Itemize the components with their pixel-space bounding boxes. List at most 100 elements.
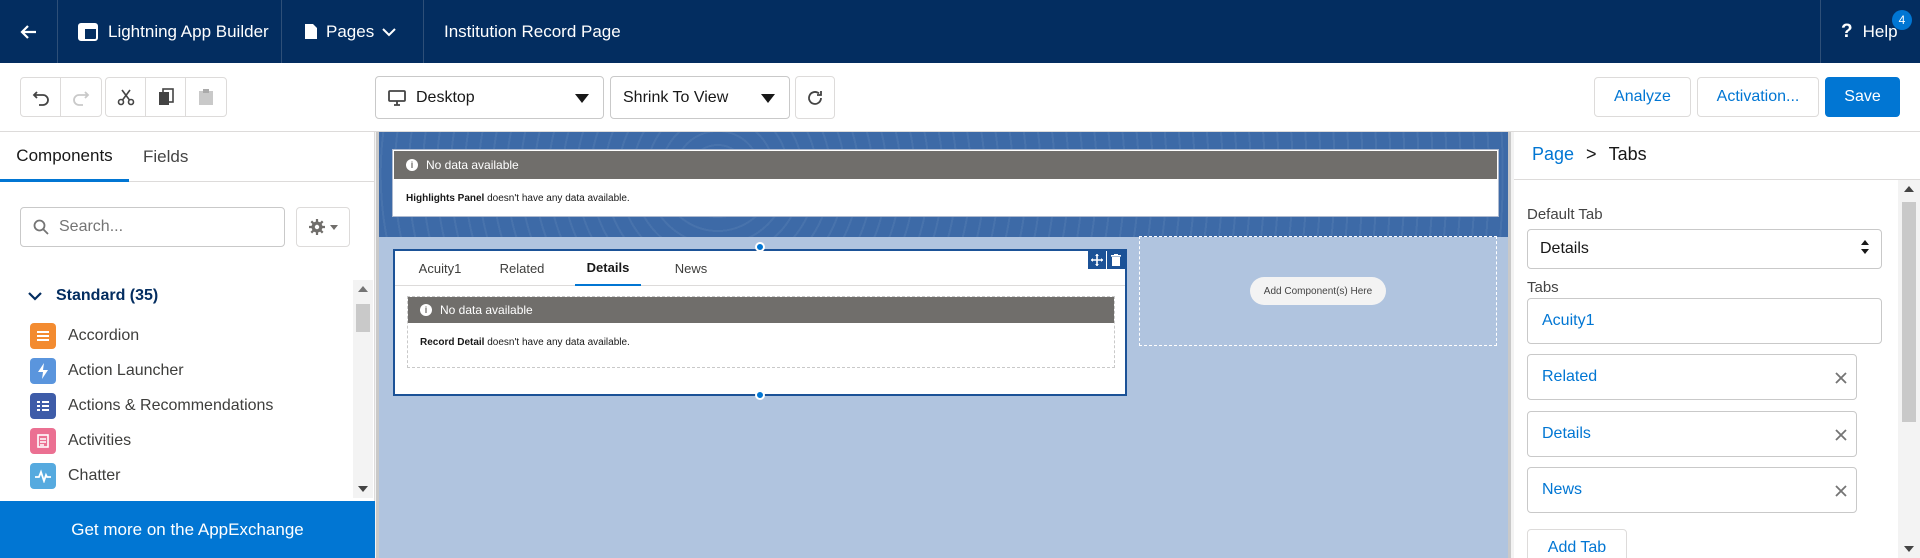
- component-item-accordion[interactable]: Accordion: [30, 318, 350, 353]
- scroll-thumb[interactable]: [356, 304, 370, 332]
- add-component-button[interactable]: Add Component(s) Here: [1250, 277, 1386, 305]
- component-actions: [1087, 251, 1125, 271]
- close-icon[interactable]: [1832, 426, 1850, 444]
- component-label: Accordion: [68, 326, 140, 344]
- search-input[interactable]: Search...: [20, 207, 285, 247]
- resize-handle-top[interactable]: [755, 242, 765, 252]
- add-tab-button[interactable]: Add Tab: [1527, 529, 1627, 558]
- cut-button[interactable]: [106, 78, 146, 116]
- tab-news[interactable]: News: [671, 251, 711, 286]
- default-tab-select[interactable]: Details: [1527, 229, 1882, 269]
- component-item-actions-recommendations[interactable]: Actions & Recommendations: [30, 388, 350, 423]
- app-builder-title: Lightning App Builder: [58, 0, 282, 63]
- resize-handle-bottom[interactable]: [755, 390, 765, 400]
- default-tab-value: Details: [1540, 240, 1589, 257]
- component-item-chatter[interactable]: Chatter: [30, 458, 350, 493]
- pages-menu[interactable]: Pages: [282, 0, 424, 63]
- drop-zone[interactable]: Add Component(s) Here: [1139, 236, 1497, 346]
- settings-menu-button[interactable]: [296, 207, 350, 247]
- help-question-icon: ?: [1841, 20, 1853, 42]
- device-select[interactable]: Desktop: [375, 76, 604, 119]
- refresh-button[interactable]: [795, 76, 835, 119]
- chevron-down-icon: [382, 27, 396, 36]
- info-icon: i: [406, 159, 418, 171]
- view-select[interactable]: Shrink To View: [610, 76, 790, 119]
- select-arrows-icon: [1861, 240, 1869, 254]
- tab-entry-related[interactable]: Related: [1527, 354, 1857, 400]
- search-icon: [33, 219, 49, 235]
- activation-button[interactable]: Activation...: [1697, 77, 1819, 117]
- analyze-button[interactable]: Analyze: [1594, 77, 1691, 117]
- page-icon: [305, 24, 317, 39]
- page-canvas: i No data available Highlights Panel doe…: [376, 132, 1511, 558]
- tab-acuity1[interactable]: Acuity1: [415, 251, 465, 286]
- scroll-up-icon: [358, 286, 368, 292]
- scroll-thumb[interactable]: [1902, 202, 1916, 422]
- highlights-panel-component[interactable]: i No data available Highlights Panel doe…: [393, 150, 1498, 216]
- undo-button[interactable]: [21, 78, 61, 116]
- nodata-title: No data available: [440, 303, 533, 317]
- breadcrumb-page-link[interactable]: Page: [1532, 144, 1574, 165]
- delete-icon[interactable]: [1107, 251, 1125, 269]
- tab-details[interactable]: Details: [575, 251, 641, 286]
- nodata-message: Record Detail doesn't have any data avai…: [420, 337, 630, 348]
- component-label: Actions & Recommendations: [68, 396, 274, 414]
- caret-down-icon: [761, 94, 775, 103]
- actions-list-icon: [30, 392, 56, 419]
- copy-button[interactable]: [146, 78, 186, 116]
- tab-related[interactable]: Related: [497, 251, 547, 286]
- scroll-down-icon: [1904, 546, 1914, 552]
- view-select-value: Shrink To View: [623, 88, 729, 106]
- tab-entry-label: News: [1542, 481, 1583, 498]
- app-builder-icon: [78, 22, 98, 41]
- component-list-scrollbar[interactable]: [353, 280, 373, 498]
- component-item-activities[interactable]: Activities: [30, 423, 350, 458]
- chevron-down-icon: [28, 292, 42, 301]
- info-icon: i: [420, 304, 432, 316]
- move-icon[interactable]: [1088, 251, 1106, 269]
- tabs-component[interactable]: Acuity1 Related Details News i No data a…: [393, 249, 1127, 396]
- record-detail-component[interactable]: i No data available Record Detail doesn'…: [407, 296, 1115, 368]
- redo-button[interactable]: [61, 78, 101, 116]
- close-icon[interactable]: [1832, 482, 1850, 500]
- back-button[interactable]: [0, 0, 58, 63]
- app-header: Lightning App Builder Pages Institution …: [0, 0, 1920, 63]
- undo-icon: [32, 91, 49, 106]
- lightning-bolt-icon: [30, 357, 56, 384]
- breadcrumb-separator: >: [1586, 144, 1597, 164]
- breadcrumb-current: Tabs: [1608, 144, 1647, 164]
- appexchange-link[interactable]: Get more on the AppExchange: [0, 501, 375, 558]
- paste-button[interactable]: [186, 78, 226, 116]
- tab-fields[interactable]: Fields: [143, 132, 188, 182]
- help-button[interactable]: ? Help 4: [1820, 0, 1920, 63]
- component-label: Activities: [68, 431, 132, 449]
- desktop-icon: [388, 89, 406, 106]
- scissors-icon: [117, 89, 134, 106]
- caret-down-icon: [330, 224, 338, 230]
- tab-entry-acuity1[interactable]: Acuity1: [1527, 298, 1882, 344]
- pages-label: Pages: [326, 21, 375, 41]
- tab-entry-label: Acuity1: [1542, 312, 1595, 329]
- properties-scrollbar[interactable]: [1898, 180, 1920, 558]
- nodata-bar: i No data available: [408, 297, 1114, 323]
- default-tab-label: Default Tab: [1527, 206, 1603, 223]
- tab-entry-news[interactable]: News: [1527, 467, 1857, 513]
- device-select-value: Desktop: [416, 88, 475, 106]
- clipboard-group: [105, 77, 227, 117]
- close-icon[interactable]: [1832, 369, 1850, 387]
- component-label: Chatter: [68, 466, 121, 484]
- component-item-action-launcher[interactable]: Action Launcher: [30, 353, 350, 388]
- save-button[interactable]: Save: [1825, 77, 1900, 117]
- gear-icon: [309, 219, 325, 235]
- standard-section-toggle[interactable]: Standard (35): [28, 287, 158, 305]
- components-panel: Components Fields Search... Standard (35…: [0, 132, 375, 558]
- tab-components[interactable]: Components: [0, 132, 129, 182]
- help-badge: 4: [1892, 10, 1912, 30]
- tab-entry-details[interactable]: Details: [1527, 411, 1857, 457]
- panel-tabs: Components Fields: [0, 132, 375, 182]
- record-page-title: Institution Record Page: [444, 21, 621, 41]
- copy-icon: [158, 88, 174, 105]
- nodata-text: doesn't have any data available.: [484, 337, 630, 348]
- app-name: Lightning App Builder: [108, 21, 269, 41]
- undo-redo-group: [20, 77, 102, 117]
